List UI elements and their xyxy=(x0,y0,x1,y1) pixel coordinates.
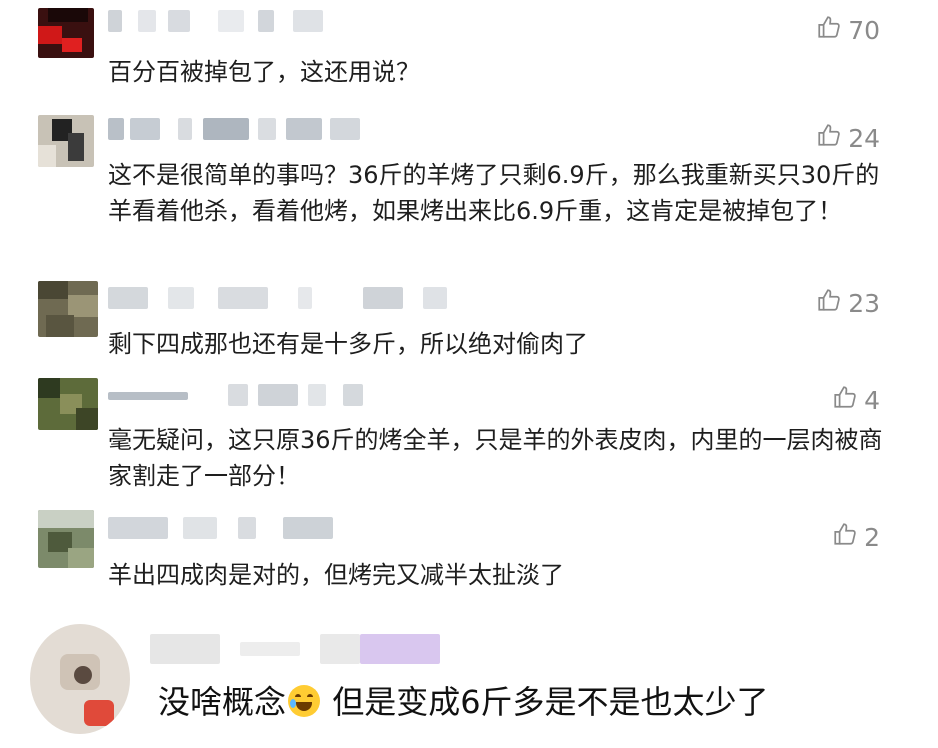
like-button[interactable]: 4 xyxy=(832,384,880,416)
avatar[interactable] xyxy=(38,8,94,58)
comment-text: 羊出四成肉是对的，但烤完又减半太扯淡了 xyxy=(108,561,564,589)
avatar[interactable] xyxy=(38,281,98,337)
thumbs-up-icon xyxy=(816,122,842,154)
thumbs-up-icon xyxy=(816,14,842,46)
comment-text-part: 但是变成6斤多是不是也太少了 xyxy=(322,683,769,721)
comment-text: 毫无疑问，这只原36斤的烤全羊，只是羊的外表皮肉，内里的一层肉被商家割走了一部分… xyxy=(108,426,883,490)
like-count: 4 xyxy=(864,385,880,415)
avatar[interactable] xyxy=(38,510,94,568)
comment-text: 没啥概念 但是变成6斤多是不是也太少了 xyxy=(158,680,888,724)
like-button[interactable]: 23 xyxy=(816,287,880,319)
username-blurred[interactable] xyxy=(108,10,338,32)
username-blurred[interactable] xyxy=(108,118,368,140)
username-blurred[interactable] xyxy=(150,634,440,664)
like-count: 24 xyxy=(848,123,880,153)
avatar[interactable] xyxy=(38,115,94,167)
comment-text-part: 没啥概念 xyxy=(158,683,287,721)
username-blurred[interactable] xyxy=(108,384,368,406)
like-button[interactable]: 2 xyxy=(832,521,880,553)
comment-text: 百分百被掉包了，这还用说？ xyxy=(108,58,420,86)
thumbs-up-icon xyxy=(832,384,858,416)
comment-item: 没啥概念 但是变成6斤多是不是也太少了 xyxy=(0,610,938,748)
comment-text: 这不是很简单的事吗？36斤的羊烤了只剩6.9斤，那么我重新买只30斤的羊看着他杀… xyxy=(108,161,880,225)
avatar[interactable] xyxy=(30,624,130,734)
comment-item: 24 这不是很简单的事吗？36斤的羊烤了只剩6.9斤，那么我重新买只30斤的羊看… xyxy=(0,100,938,275)
avatar[interactable] xyxy=(38,378,98,430)
thumbs-up-icon xyxy=(816,287,842,319)
username-blurred[interactable] xyxy=(108,287,458,309)
laughing-tears-emoji-icon xyxy=(288,685,321,717)
like-count: 2 xyxy=(864,522,880,552)
like-count: 23 xyxy=(848,288,880,318)
comment-item: 23 剩下四成那也还有是十多斤，所以绝对偷肉了 xyxy=(0,275,938,370)
username-blurred[interactable] xyxy=(108,517,368,539)
like-button[interactable]: 70 xyxy=(816,14,880,46)
comment-text: 剩下四成那也还有是十多斤，所以绝对偷肉了 xyxy=(108,330,588,358)
like-count: 70 xyxy=(848,15,880,45)
like-button[interactable]: 24 xyxy=(816,122,880,154)
comment-item: 70 百分百被掉包了，这还用说？ xyxy=(0,0,938,100)
thumbs-up-icon xyxy=(832,521,858,553)
comment-item: 4 毫无疑问，这只原36斤的烤全羊，只是羊的外表皮肉，内里的一层肉被商家割走了一… xyxy=(0,370,938,505)
comment-item: 2 羊出四成肉是对的，但烤完又减半太扯淡了 xyxy=(0,505,938,605)
